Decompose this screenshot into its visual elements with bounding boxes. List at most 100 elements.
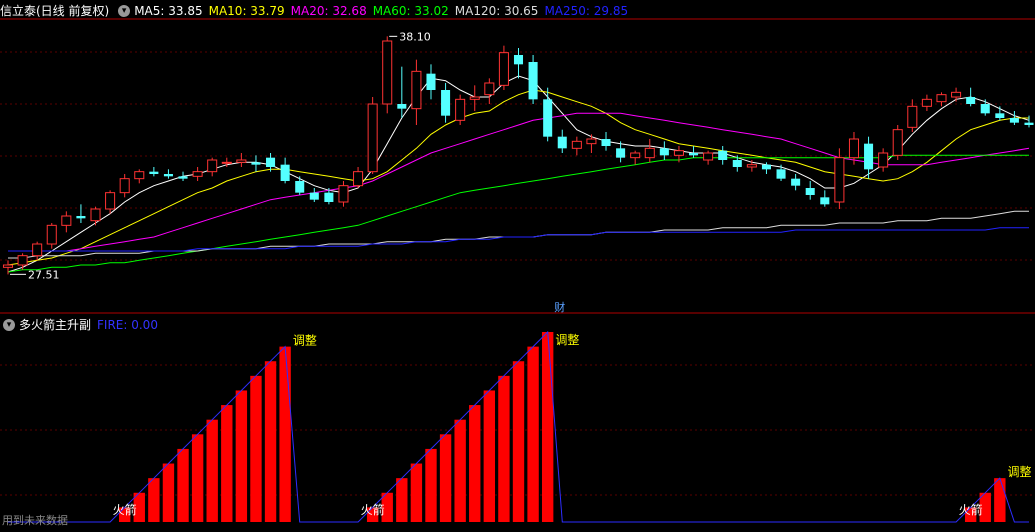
candle-body — [513, 55, 524, 65]
fire-bar — [206, 419, 218, 522]
candle-body — [309, 192, 319, 200]
candle-body — [397, 104, 407, 109]
candle-body — [732, 160, 742, 167]
finance-marker: 财 — [554, 300, 565, 314]
candle-body — [528, 62, 538, 100]
fire-bar — [483, 390, 496, 522]
candle-body — [163, 174, 173, 177]
candle-body — [703, 152, 714, 161]
candle-body — [207, 159, 218, 173]
candle-body — [455, 98, 466, 121]
candle-body — [295, 181, 305, 193]
candle-body — [864, 143, 874, 170]
candle-body — [834, 157, 845, 203]
fire-bar — [177, 448, 189, 522]
candle-body — [761, 164, 771, 170]
candle-body — [746, 164, 757, 168]
candle-body — [921, 98, 932, 107]
fire-bar — [191, 434, 204, 522]
candle-body — [134, 171, 145, 180]
fire-bar — [541, 332, 554, 522]
candle-body — [367, 103, 378, 173]
candle-body — [426, 73, 436, 90]
candle-body — [878, 152, 889, 168]
low-price-label: 27.51 — [28, 268, 60, 281]
rocket-label: 火箭 — [959, 502, 983, 517]
adjust-label: 调整 — [555, 332, 579, 347]
fire-bar — [162, 463, 175, 522]
adjust-label: 调整 — [293, 333, 317, 348]
fire-bar — [396, 478, 408, 522]
candle-body — [805, 188, 815, 195]
candle-body — [718, 150, 728, 160]
fire-bar — [221, 405, 233, 522]
high-price-label: 38.10 — [399, 30, 431, 43]
candle-body — [966, 97, 976, 104]
fire-bar — [454, 419, 466, 522]
ma-line-ma60 — [7, 154, 1029, 273]
future-data-warning: 用到未来数据 — [2, 514, 68, 527]
rocket-label: 火箭 — [113, 502, 137, 517]
adjust-label: 调整 — [1008, 464, 1032, 479]
candle-body — [61, 215, 72, 226]
candle-body — [251, 162, 261, 165]
fire-bar — [439, 434, 452, 522]
candle-body — [776, 169, 786, 179]
candle-body — [1024, 122, 1034, 125]
candle-body — [630, 152, 641, 159]
candle-body — [543, 99, 553, 137]
candle-body — [689, 153, 699, 156]
candle-body — [76, 216, 86, 219]
candle-body — [557, 136, 567, 149]
candle-body — [469, 96, 480, 100]
fire-bar — [994, 478, 1006, 522]
candle-body — [498, 52, 509, 86]
candle-body — [338, 185, 349, 203]
candle-body — [586, 138, 597, 145]
candle-body — [90, 208, 101, 222]
candle-body — [659, 148, 669, 156]
candle-body — [951, 91, 962, 98]
candle-body — [353, 171, 364, 187]
candle-body — [484, 82, 495, 96]
candle-body — [32, 243, 43, 257]
candle-body — [907, 105, 918, 128]
candle-body — [644, 147, 655, 159]
fire-bar — [235, 390, 248, 522]
fire-bar — [527, 346, 539, 522]
fire-bar — [148, 478, 160, 522]
fire-bar — [469, 405, 481, 522]
candle-body — [848, 138, 859, 159]
candle-body — [236, 159, 247, 163]
candle-body — [820, 197, 830, 205]
fire-bar — [512, 361, 525, 522]
candle-body — [324, 192, 334, 202]
candle-body — [46, 224, 57, 245]
candle-body — [280, 164, 290, 181]
candle-body — [791, 178, 801, 186]
candle-body — [382, 40, 393, 105]
candle-body — [980, 104, 990, 114]
ma-line-ma10 — [7, 89, 1029, 266]
fire-bar — [250, 375, 262, 522]
candle-body — [17, 255, 28, 266]
candle-body — [616, 148, 626, 158]
candle-body — [178, 176, 188, 179]
candle-body — [105, 192, 116, 210]
candle-body — [192, 171, 203, 177]
candle-body — [995, 113, 1005, 118]
ma-line-ma5 — [7, 75, 1030, 273]
candle-body — [601, 139, 611, 146]
fire-bar — [498, 375, 510, 522]
candle-body — [221, 161, 232, 164]
fire-bar — [410, 463, 423, 522]
candle-body — [571, 140, 582, 149]
kline-chart[interactable]: 38.10 27.51 财火箭 调整火箭 调整火箭 调整 — [0, 0, 1035, 532]
candle-body — [441, 90, 451, 116]
ma-line-ma250 — [8, 227, 1029, 252]
fire-bar — [279, 346, 291, 522]
candle-body — [119, 178, 130, 194]
candle-body — [892, 129, 903, 156]
rocket-label: 火箭 — [361, 502, 385, 517]
candle-body — [266, 157, 276, 167]
